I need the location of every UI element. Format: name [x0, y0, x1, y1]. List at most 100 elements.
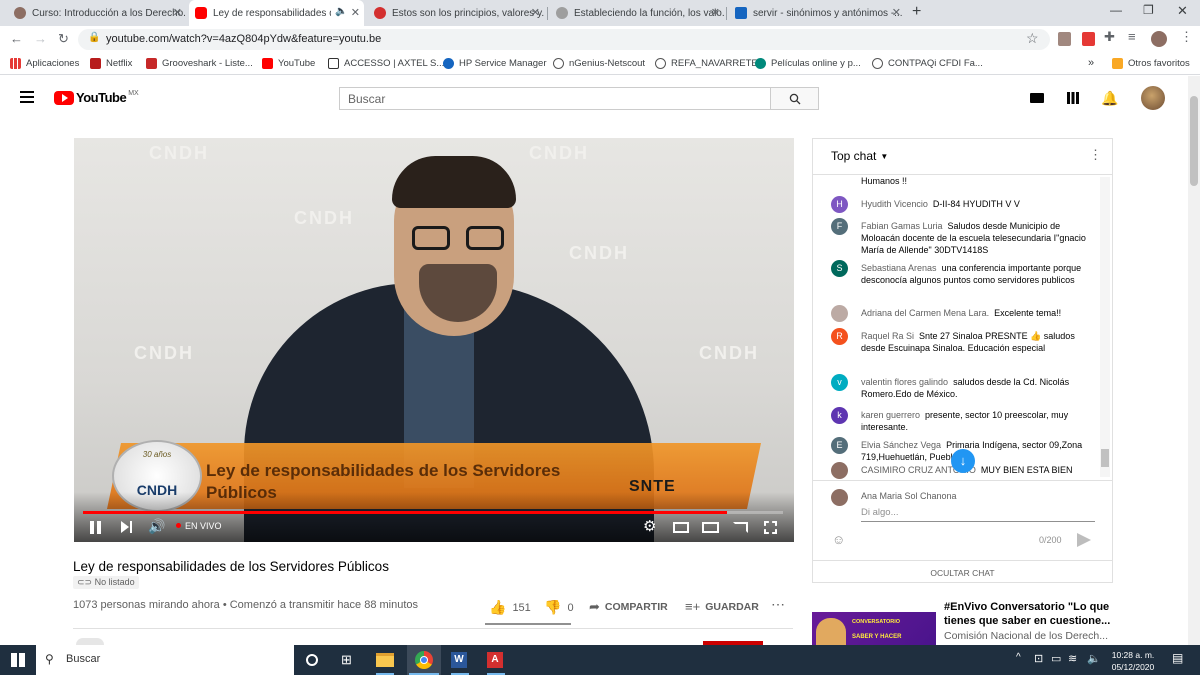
like-button[interactable]: 👍 151 [489, 599, 531, 616]
chat-scrollbar[interactable] [1100, 177, 1110, 477]
tray-wifi-icon[interactable]: ≋ [1068, 652, 1077, 665]
chat-menu-icon[interactable]: ⋮ [1089, 147, 1102, 163]
send-icon[interactable] [1077, 533, 1091, 547]
youtube-logo[interactable]: YouTube MX [54, 90, 139, 105]
video-player[interactable]: CNDH CNDH CNDH CNDH CNDH CNDH Ley de res… [74, 138, 794, 542]
chat-input[interactable]: Di algo... [861, 505, 1095, 522]
volume-icon[interactable]: 🔊 [148, 518, 165, 535]
chat-author: Raquel Ra Si [861, 331, 915, 341]
share-button[interactable]: ➦ COMPARTIR [589, 599, 668, 615]
browser-tab-4[interactable]: Estableciendo la función, los valo... ✕ [550, 0, 724, 26]
bookmark-label: YouTube [278, 57, 316, 69]
chat-author: karen guerrero [861, 410, 921, 420]
close-tab-icon[interactable]: ✕ [351, 6, 360, 19]
dislike-button[interactable]: 👎 0 [544, 599, 574, 616]
bookmark-ngenius[interactable]: nGenius-Netscout [553, 55, 645, 71]
bookmark-peliculas[interactable]: Películas online y p... [755, 55, 861, 71]
create-video-icon[interactable] [1030, 93, 1044, 103]
search-button[interactable] [770, 87, 819, 110]
task-view-icon[interactable]: ⊞ [341, 652, 352, 668]
puzzle-extensions-icon[interactable]: ✚ [1104, 29, 1115, 45]
forward-icon[interactable]: → [34, 30, 47, 48]
notifications-bell-icon[interactable]: 🔔 [1101, 90, 1118, 107]
fullscreen-icon[interactable] [764, 521, 777, 534]
bookmark-star-icon[interactable]: ☆ [1026, 30, 1039, 47]
cast-icon[interactable] [733, 522, 748, 533]
hamburger-menu-icon[interactable] [20, 91, 34, 103]
bookmark-label: ACCESSO | AXTEL S... [344, 57, 445, 69]
other-bookmarks[interactable]: Otros favoritos [1112, 55, 1190, 71]
close-window-icon[interactable]: ✕ [1177, 3, 1188, 19]
tab-separator [547, 7, 548, 20]
restore-icon[interactable]: ❐ [1143, 3, 1154, 17]
browser-tab-3[interactable]: Estos son los principios, valores y... ✕ [368, 0, 544, 26]
cortana-icon[interactable] [306, 654, 318, 666]
page-scrollbar[interactable] [1188, 76, 1200, 645]
pdf-extension-icon[interactable] [1082, 32, 1095, 46]
bookmark-refa[interactable]: REFA_NAVARRETE [655, 55, 758, 71]
more-bookmarks-chevron[interactable]: » [1088, 55, 1094, 71]
apps-grid-icon[interactable] [1067, 92, 1079, 104]
media-controls-icon[interactable]: ≡ [1128, 29, 1136, 44]
emoji-icon[interactable]: ☺ [832, 532, 845, 547]
hide-chat-button[interactable]: OCULTAR CHAT [813, 568, 1112, 578]
browser-tab-2-active[interactable]: Ley de responsabilidades de los... 🔈 ✕ [189, 0, 364, 26]
back-icon[interactable]: ← [10, 30, 23, 48]
bookmark-netflix[interactable]: Netflix [90, 55, 132, 71]
close-tab-icon[interactable]: ✕ [711, 6, 720, 19]
windows-start-icon[interactable] [11, 653, 25, 667]
chat-scrollbar-thumb[interactable] [1101, 449, 1109, 467]
taskbar-search-box[interactable]: ⚲ Buscar [36, 645, 294, 675]
tray-chevron-up-icon[interactable]: ^ [1016, 652, 1021, 663]
bookmark-label: Películas online y p... [771, 57, 861, 69]
notification-center-icon[interactable]: ▤ [1172, 651, 1183, 665]
recommendation-thumbnail[interactable]: CONVERSATORIO SABER Y HACER [812, 602, 936, 645]
theater-mode-icon[interactable] [702, 522, 719, 533]
acrobat-icon[interactable]: A [487, 652, 503, 668]
browser-tab-1[interactable]: Curso: Introducción a los Derecho... ✕ [8, 0, 186, 26]
bookmark-contpaqi[interactable]: CONTPAQi CFDI Fa... [872, 55, 983, 71]
page-scrollbar-thumb[interactable] [1190, 96, 1198, 186]
channel-avatar[interactable] [76, 638, 104, 645]
next-icon[interactable] [121, 521, 129, 533]
close-tab-icon[interactable]: ✕ [892, 6, 901, 19]
account-avatar[interactable] [1141, 86, 1165, 110]
more-actions-icon[interactable]: ⋯ [771, 596, 785, 613]
address-bar[interactable]: 🔒 youtube.com/watch?v=4azQ804pYdw&featur… [78, 29, 1050, 50]
settings-gear-icon[interactable]: ⚙ [643, 517, 656, 535]
bookmark-youtube[interactable]: YouTube [262, 55, 315, 71]
tray-speaker-icon[interactable]: 🔈 [1087, 652, 1101, 665]
next-icon-bar [130, 521, 132, 533]
new-tab-icon[interactable]: + [912, 3, 921, 21]
chrome-taskbar-button[interactable] [407, 645, 441, 675]
video-title: Ley de responsabilidades de los Servidor… [73, 559, 389, 574]
bookmark-hp[interactable]: HP Service Manager [443, 55, 546, 71]
profile-avatar[interactable] [1151, 31, 1167, 47]
close-tab-icon[interactable]: ✕ [173, 6, 182, 19]
scroll-to-bottom-icon[interactable]: ↓ [951, 449, 975, 473]
close-tab-icon[interactable]: ✕ [531, 6, 540, 19]
recommendation-channel[interactable]: Comisión Nacional de los Derech... [944, 630, 1108, 642]
browser-tab-5[interactable]: servir - sinónimos y antónimos -... ✕ [729, 0, 905, 26]
file-explorer-icon[interactable] [376, 653, 394, 667]
reload-icon[interactable]: ↻ [58, 30, 69, 48]
chat-mode-dropdown[interactable]: Top chat ▼ [831, 149, 888, 163]
save-button[interactable]: ≡+ GUARDAR [685, 599, 759, 614]
search-input[interactable]: Buscar [339, 87, 771, 110]
extension-icon[interactable] [1058, 32, 1071, 46]
bookmark-apps[interactable]: Aplicaciones [10, 55, 79, 71]
browser-menu-icon[interactable]: ⋮ [1180, 29, 1193, 45]
pause-icon[interactable] [90, 521, 94, 534]
minimize-icon[interactable]: — [1110, 3, 1122, 17]
progress-bar[interactable] [83, 511, 783, 514]
bookmark-accesso[interactable]: ACCESSO | AXTEL S... [328, 55, 444, 71]
bookmark-grooveshark[interactable]: Grooveshark - Liste... [146, 55, 253, 71]
tray-clock[interactable]: 10:28 a. m. 05/12/2020 [1106, 649, 1160, 673]
recommendation-title[interactable]: #EnVivo Conversatorio "Lo que tienes que… [944, 600, 1184, 628]
word-icon[interactable]: W [451, 652, 467, 668]
speaker-icon[interactable]: 🔈 [335, 6, 347, 17]
miniplayer-icon[interactable] [673, 522, 689, 533]
live-label[interactable]: EN VIVO [185, 521, 222, 531]
tray-meet-icon[interactable]: ⊡ [1034, 652, 1043, 665]
tray-network-icon[interactable]: ▭ [1051, 652, 1061, 665]
